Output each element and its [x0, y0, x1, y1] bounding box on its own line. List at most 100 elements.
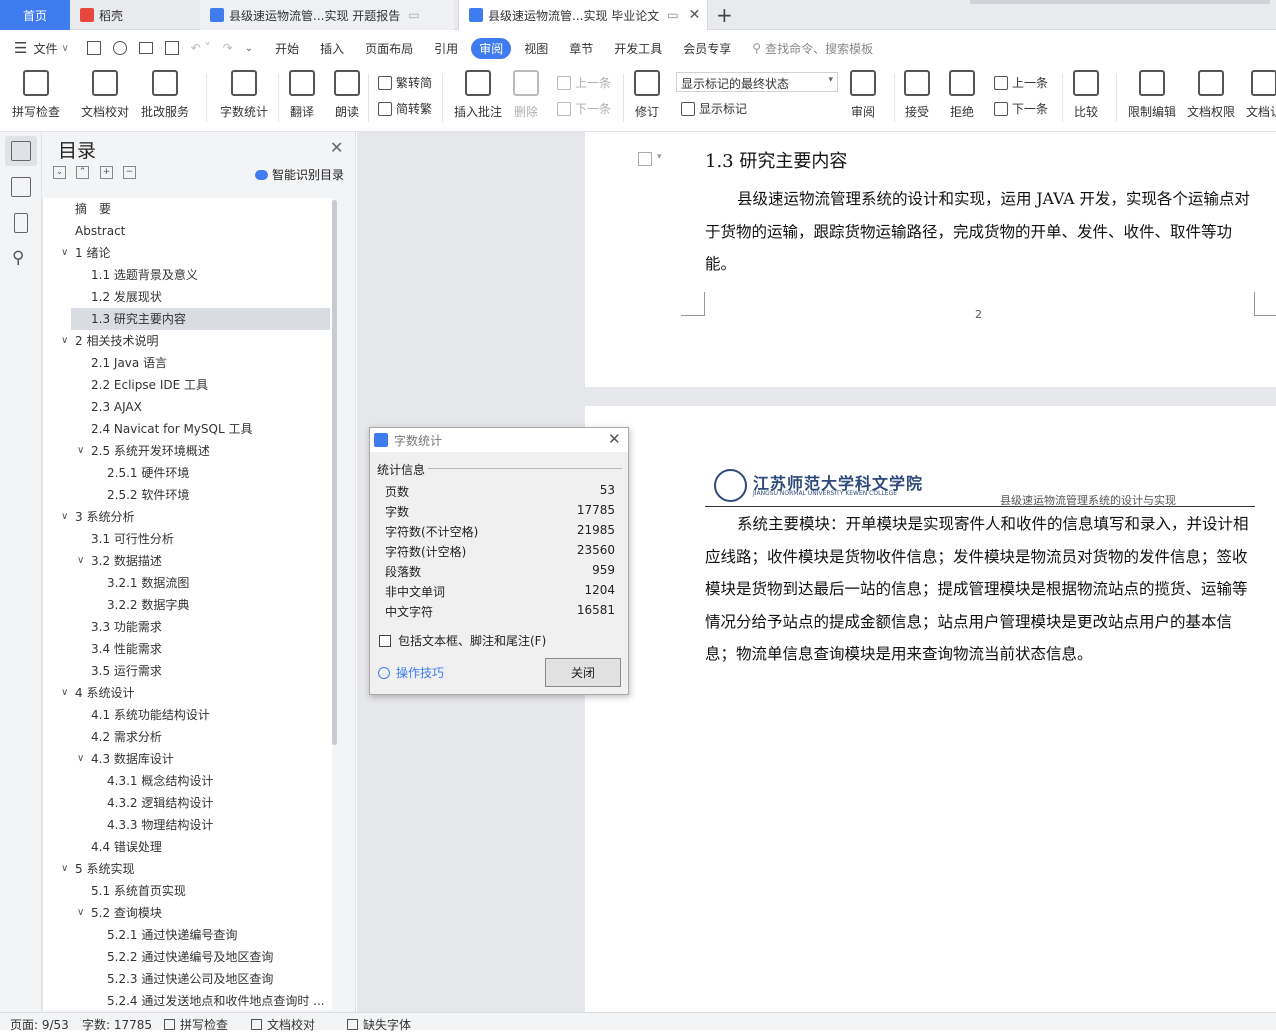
chevron-down-icon[interactable]: ∨: [61, 242, 68, 264]
menu-developer[interactable]: 开发工具: [614, 40, 662, 57]
body-paragraph[interactable]: 系统主要模块：开单模块是实现寄件人和收件的信息填写和录入，并设计相应线路；收件模…: [705, 508, 1257, 671]
next-change-button[interactable]: 下一条: [994, 100, 1048, 117]
toc-item[interactable]: 2.3 AJAX: [43, 396, 332, 418]
review-pane-button[interactable]: 审阅: [850, 70, 876, 120]
toc-item[interactable]: 5.2.4 通过发送地点和收件地点查询时 ...: [43, 990, 332, 1010]
toc-item[interactable]: ∨ 5 系统实现: [43, 858, 332, 880]
toc-item[interactable]: 4.3.1 概念结构设计: [43, 770, 332, 792]
toc-item[interactable]: ∨ 1 绪论: [43, 242, 332, 264]
toc-item[interactable]: 5.2.1 通过快递编号查询: [43, 924, 332, 946]
toc-item[interactable]: 3.4 性能需求: [43, 638, 332, 660]
toc-item[interactable]: ∨ 3.2 数据描述: [43, 550, 332, 572]
menu-chapter[interactable]: 章节: [569, 40, 593, 57]
missing-font-status[interactable]: 缺失字体: [347, 1016, 411, 1033]
toc-nav-icon[interactable]: [11, 141, 31, 161]
read-aloud-button[interactable]: 朗读: [334, 70, 360, 120]
doc-permission-button[interactable]: 文档权限: [1187, 70, 1235, 120]
redo-icon[interactable]: ↷: [223, 41, 233, 55]
toc-item[interactable]: 1.2 发展现状: [43, 286, 332, 308]
bookmark-icon[interactable]: [14, 213, 28, 233]
prev-comment-button[interactable]: 上一条: [557, 74, 611, 91]
tab-thesis-doc[interactable]: 县级速运物流管...实现 毕业论文 ▭ ✕: [458, 0, 708, 30]
document-page[interactable]: ▾ 1.3 研究主要内容 县级速运物流管理系统的设计和实现，运用 JAVA 开发…: [585, 132, 1276, 387]
command-search[interactable]: 查找命令、搜索模板: [765, 40, 873, 57]
close-icon[interactable]: ✕: [330, 138, 343, 157]
track-changes-button[interactable]: 修订: [634, 70, 660, 120]
toc-item[interactable]: 4.4 错误处理: [43, 836, 332, 858]
print-preview-icon[interactable]: [164, 41, 179, 55]
paragraph-menu-icon[interactable]: [638, 152, 652, 166]
quick-access-more-icon[interactable]: ⌄: [245, 43, 253, 54]
search-icon[interactable]: ⚲: [12, 248, 24, 268]
spellcheck-button[interactable]: 拼写检查: [12, 70, 60, 120]
toc-item[interactable]: 4.3.3 物理结构设计: [43, 814, 332, 836]
toc-item[interactable]: 2.1 Java 语言: [43, 352, 332, 374]
toc-scrollbar[interactable]: [332, 200, 337, 745]
doccheck-status[interactable]: 文档校对: [251, 1016, 315, 1033]
toc-item[interactable]: 3.2.2 数据字典: [43, 594, 332, 616]
toc-item[interactable]: 2.4 Navicat for MySQL 工具: [43, 418, 332, 440]
toc-item[interactable]: 2.5.1 硬件环境: [43, 462, 332, 484]
toc-item[interactable]: Abstract: [43, 220, 332, 242]
delete-comment-button[interactable]: 删除: [513, 70, 539, 120]
chevron-down-icon[interactable]: ∨: [77, 748, 84, 770]
menu-view[interactable]: 视图: [524, 40, 548, 57]
chevron-down-icon[interactable]: ∨: [77, 902, 84, 924]
markup-mode-select[interactable]: 显示标记的最终状态 ▾: [676, 72, 838, 92]
compare-button[interactable]: 比较: [1073, 70, 1099, 120]
include-footnotes-checkbox[interactable]: 包括文本框、脚注和尾注(F): [379, 632, 546, 649]
correction-service-button[interactable]: 批改服务: [141, 70, 189, 120]
menu-review[interactable]: 审阅: [471, 37, 512, 59]
word-count-button[interactable]: 字数统计: [220, 70, 268, 120]
collapse-all-icon[interactable]: ⌄: [53, 166, 66, 179]
menu-layout[interactable]: 页面布局: [365, 40, 413, 57]
toc-item[interactable]: 2.5.2 软件环境: [43, 484, 332, 506]
output-icon[interactable]: [112, 41, 127, 55]
toc-item[interactable]: 2.2 Eclipse IDE 工具: [43, 374, 332, 396]
smart-toc-button[interactable]: 智能识别目录: [255, 166, 344, 183]
toc-item[interactable]: 3.3 功能需求: [43, 616, 332, 638]
toc-item[interactable]: 4.3.2 逻辑结构设计: [43, 792, 332, 814]
expand-all-icon[interactable]: ⌃: [76, 166, 89, 179]
doc-check-button[interactable]: 文档校对: [81, 70, 129, 120]
chevron-down-icon[interactable]: ∨: [61, 682, 68, 704]
accept-button[interactable]: 接受: [904, 70, 930, 120]
simp-to-trad-button[interactable]: 简转繁: [378, 100, 432, 117]
toc-item[interactable]: ∨ 2.5 系统开发环境概述: [43, 440, 332, 462]
tab-close-icon[interactable]: ✕: [689, 7, 701, 23]
menu-references[interactable]: 引用: [434, 40, 458, 57]
new-tab-icon[interactable]: +: [716, 3, 733, 27]
toc-item[interactable]: ∨ 4.3 数据库设计: [43, 748, 332, 770]
dialog-titlebar[interactable]: 字数统计: [370, 428, 628, 452]
trad-to-simp-button[interactable]: 繁转简: [378, 74, 432, 91]
tab-proposal-doc[interactable]: 县级速运物流管...实现 开题报告 ▭: [200, 0, 454, 30]
chevron-down-icon[interactable]: ▾: [657, 152, 662, 162]
chevron-down-icon[interactable]: ∨: [61, 858, 68, 880]
toc-item[interactable]: 1.1 选题背景及意义: [43, 264, 332, 286]
close-icon[interactable]: ✕: [608, 430, 621, 448]
section-heading[interactable]: 1.3 研究主要内容: [705, 147, 847, 173]
body-paragraph[interactable]: 县级速运物流管理系统的设计和实现，运用 JAVA 开发，实现各个运输点对于货物的…: [705, 183, 1257, 281]
menu-member[interactable]: 会员专享: [683, 40, 731, 57]
outline-nav-icon[interactable]: [11, 177, 31, 197]
spellcheck-status[interactable]: 拼写检查: [164, 1016, 228, 1033]
toc-item[interactable]: 5.1 系统首页实现: [43, 880, 332, 902]
toc-item[interactable]: ∨ 5.2 查询模块: [43, 902, 332, 924]
prev-change-button[interactable]: 上一条: [994, 74, 1048, 91]
tab-daoke[interactable]: 稻壳: [70, 0, 200, 30]
chevron-down-icon[interactable]: ∨: [77, 550, 84, 572]
menu-start[interactable]: 开始: [275, 40, 299, 57]
toc-item[interactable]: 3.1 可行性分析: [43, 528, 332, 550]
add-heading-icon[interactable]: +: [100, 166, 113, 179]
print-icon[interactable]: [138, 42, 153, 54]
close-button[interactable]: 关闭: [545, 658, 621, 687]
chevron-down-icon[interactable]: ∨: [61, 330, 68, 352]
toc-item[interactable]: 5.2.3 通过快递公司及地区查询: [43, 968, 332, 990]
menu-insert[interactable]: 插入: [320, 40, 344, 57]
toc-item[interactable]: 摘 要: [43, 198, 332, 220]
remove-heading-icon[interactable]: −: [123, 166, 136, 179]
show-markup-button[interactable]: 显示标记: [681, 100, 747, 117]
translate-button[interactable]: 翻译: [289, 70, 315, 120]
reject-button[interactable]: 拒绝: [949, 70, 975, 120]
tab-home[interactable]: 首页: [0, 0, 70, 30]
